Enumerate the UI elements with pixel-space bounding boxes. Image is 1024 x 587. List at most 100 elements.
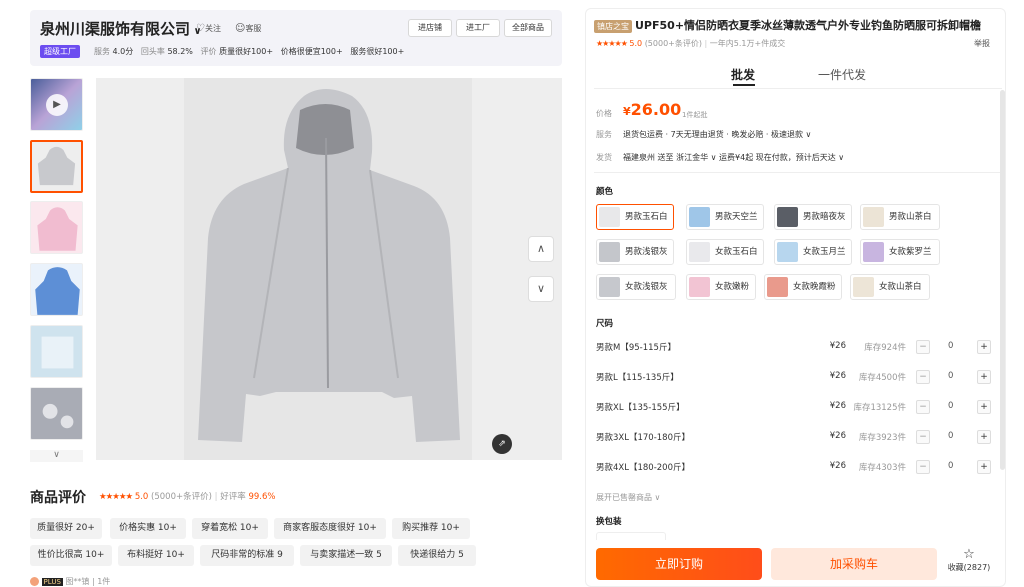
all-products-button[interactable]: 全部商品 xyxy=(504,19,552,37)
chevron-down-icon: ∨ xyxy=(536,282,546,295)
service-text[interactable]: 退货包运费 · 7天无理由退货 · 晚发必赔 · 极速退款 ∨ xyxy=(623,129,811,140)
avatar xyxy=(30,577,39,586)
favorite-button[interactable]: ☆ 收藏(2827) xyxy=(944,548,994,573)
review-tag[interactable]: 穿着宽松 10+ xyxy=(192,518,268,539)
color-option-label: 男款浅银灰 xyxy=(625,247,668,257)
thumbnail-image-3[interactable] xyxy=(30,263,83,316)
color-option[interactable]: 女款玉石白 xyxy=(686,239,764,265)
size-name: 男款L【115-135斤】 xyxy=(596,373,679,383)
minus-icon[interactable]: − xyxy=(916,430,930,444)
visit-store-button[interactable]: 进店铺 xyxy=(408,19,452,37)
color-option[interactable]: 女款浅银灰 xyxy=(596,274,676,300)
pack-option[interactable] xyxy=(596,532,666,540)
minus-icon[interactable]: − xyxy=(916,460,930,474)
image-share-icon[interactable]: ⇗ xyxy=(492,434,512,454)
review-tag[interactable]: 购买推荐 10+ xyxy=(392,518,470,539)
size-price: ¥26 xyxy=(829,401,846,411)
size-row: 男款M【95-115斤】 ¥26 库存924件 − 0 + xyxy=(596,338,996,358)
review-tag[interactable]: 性价比很高 10+ xyxy=(30,545,112,566)
review-tag[interactable]: 尺码非常的标准 9 xyxy=(200,545,294,566)
image-next-button[interactable]: ∨ xyxy=(528,276,554,302)
pack-label: 换包装 xyxy=(596,517,622,527)
chevron-up-icon: ∧ xyxy=(536,242,546,255)
customer-service-button[interactable]: ☺客服 xyxy=(235,23,261,34)
tab-wholesale[interactable]: 批发 xyxy=(731,66,755,83)
review-tag[interactable]: 布料挺好 10+ xyxy=(118,545,194,566)
min-order: 1件起批 xyxy=(682,111,708,119)
ship-text[interactable]: 福建泉州 送至 浙江金华 ∨ 运费¥4起 现在付款，预计后天达 ∨ xyxy=(623,152,844,163)
size-row: 男款L【115-135斤】 ¥26 库存4500件 − 0 + xyxy=(596,368,996,388)
color-option[interactable]: 男款暗夜灰 xyxy=(774,204,852,230)
report-link[interactable]: 举报 xyxy=(974,38,990,49)
color-thumbnail xyxy=(767,277,788,297)
color-thumbnail xyxy=(853,277,874,297)
reviews-title: 商品评价 xyxy=(30,490,86,506)
color-option-label: 女款嫩粉 xyxy=(715,282,750,292)
color-option[interactable]: 男款天空兰 xyxy=(686,204,764,230)
size-label: 尺码 xyxy=(596,319,614,329)
size-stock: 库存3923件 xyxy=(858,433,906,443)
size-row: 男款3XL【170-180斤】 ¥26 库存3923件 − 0 + xyxy=(596,428,996,448)
color-option-label: 男款山茶白 xyxy=(889,212,932,222)
color-option[interactable]: 女款山茶白 xyxy=(850,274,930,300)
quantity-value[interactable]: 0 xyxy=(948,461,953,471)
quantity-value[interactable]: 0 xyxy=(948,431,953,441)
quantity-value[interactable]: 0 xyxy=(948,371,953,381)
minus-icon[interactable]: − xyxy=(916,340,930,354)
size-name: 男款XL【135-155斤】 xyxy=(596,403,685,413)
plus-icon[interactable]: + xyxy=(977,430,991,444)
color-option[interactable]: 女款嫩粉 xyxy=(686,274,756,300)
reviews-summary: ★★★★★ 5.0 (5000+条评价) | 好评率 99.6% xyxy=(99,492,276,502)
follow-button[interactable]: ♡关注 xyxy=(196,23,221,34)
panel-scrollbar[interactable] xyxy=(1000,90,1005,470)
product-rating: ★★★★★ 5.0 (5000+条评价) | 一年内5.1万+件成交 xyxy=(596,39,786,48)
size-name: 男款3XL【170-180斤】 xyxy=(596,433,690,443)
shop-header: 泉州川渠服饰有限公司 ∨ ♡关注 ☺客服 进店铺 进工厂 全部商品 超级工厂 服… xyxy=(30,10,562,66)
review-tag[interactable]: 快递很给力 5 xyxy=(398,545,476,566)
review-tag[interactable]: 价格实惠 10+ xyxy=(110,518,186,539)
add-to-cart-button[interactable]: 加采购车 xyxy=(771,548,937,580)
plus-icon[interactable]: + xyxy=(977,460,991,474)
visit-factory-button[interactable]: 进工厂 xyxy=(456,19,500,37)
minus-icon[interactable]: − xyxy=(916,370,930,384)
color-option[interactable]: 女款紫罗兰 xyxy=(860,239,940,265)
order-now-button[interactable]: 立即订购 xyxy=(596,548,762,580)
color-option[interactable]: 女款晚霞粉 xyxy=(764,274,842,300)
tab-active-indicator xyxy=(733,84,755,86)
color-option[interactable]: 男款山茶白 xyxy=(860,204,940,230)
color-option[interactable]: 男款浅银灰 xyxy=(596,239,674,265)
thumbnail-image-5[interactable] xyxy=(30,387,83,440)
expand-sold-out-link[interactable]: 展开已售罄商品 ∨ xyxy=(596,492,660,503)
size-stock: 库存924件 xyxy=(864,343,906,353)
tab-divider xyxy=(594,88,1002,89)
star-rating-icon: ★★★★★ xyxy=(99,492,133,502)
color-option[interactable]: 女款玉月兰 xyxy=(774,239,852,265)
size-price: ¥26 xyxy=(829,341,846,351)
review-tag[interactable]: 质量很好 20+ xyxy=(30,518,102,539)
quantity-value[interactable]: 0 xyxy=(948,401,953,411)
minus-icon[interactable]: − xyxy=(916,400,930,414)
color-thumbnail xyxy=(863,207,884,227)
image-prev-button[interactable]: ∧ xyxy=(528,236,554,262)
ship-label: 发货 xyxy=(596,153,612,162)
plus-icon[interactable]: + xyxy=(977,400,991,414)
thumbnail-image-1[interactable] xyxy=(30,140,83,193)
price-label: 价格 xyxy=(596,109,612,118)
review-tag[interactable]: 商家客服态度很好 10+ xyxy=(274,518,386,539)
thumbnail-image-4[interactable] xyxy=(30,325,83,378)
thumbnail-video[interactable]: ▶ xyxy=(30,78,83,131)
color-option[interactable]: 男款玉石白 xyxy=(596,204,674,230)
thumbnail-scroll-down-icon[interactable]: ∨ xyxy=(30,450,83,462)
quantity-value[interactable]: 0 xyxy=(948,341,953,351)
tab-dropship[interactable]: 一件代发 xyxy=(818,66,866,83)
thumbnail-image-2[interactable] xyxy=(30,201,83,254)
size-row: 男款4XL【180-200斤】 ¥26 库存4303件 − 0 + xyxy=(596,458,996,478)
review-tag[interactable]: 与卖家描述一致 5 xyxy=(300,545,392,566)
plus-icon[interactable]: + xyxy=(977,340,991,354)
star-outline-icon: ☆ xyxy=(963,547,975,562)
size-price: ¥26 xyxy=(829,431,846,441)
shop-name[interactable]: 泉州川渠服饰有限公司 ∨ xyxy=(40,18,202,39)
color-option-label: 女款紫罗兰 xyxy=(889,247,932,257)
plus-icon[interactable]: + xyxy=(977,370,991,384)
reviewer-line: PLUS 图**镇 | 1件 xyxy=(30,576,110,587)
